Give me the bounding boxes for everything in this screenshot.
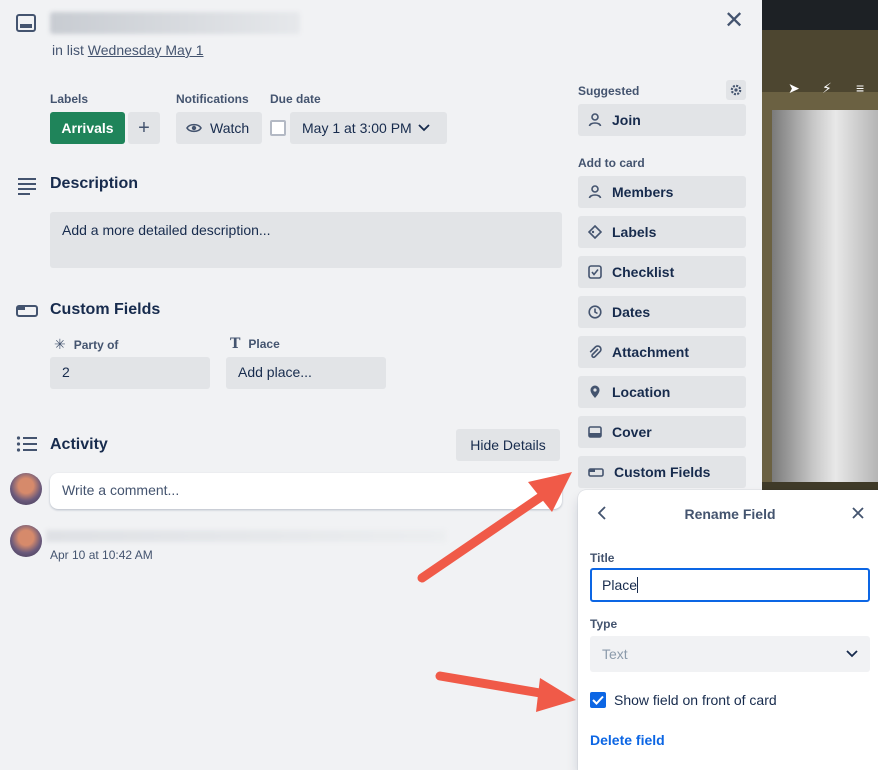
custom-fields-heading: Custom Fields bbox=[50, 301, 161, 318]
label-chip-arrivals[interactable]: Arrivals bbox=[50, 112, 125, 144]
add-to-card-heading: Add to card bbox=[578, 156, 645, 170]
location-pin-icon bbox=[590, 385, 600, 398]
join-button[interactable]: Join bbox=[578, 104, 746, 136]
board-toolbar: ➤ ⚡ ≡ bbox=[762, 30, 878, 96]
checklist-icon bbox=[588, 265, 602, 279]
description-heading: Description bbox=[50, 175, 139, 192]
avatar[interactable] bbox=[10, 473, 42, 505]
due-date-complete-checkbox[interactable] bbox=[270, 120, 286, 136]
field-type-select[interactable]: Text bbox=[590, 636, 870, 672]
custom-field-label-text: Place bbox=[248, 337, 280, 351]
popover-close-button[interactable] bbox=[848, 502, 868, 524]
popover-title: Rename Field bbox=[684, 506, 776, 522]
chevron-down-icon bbox=[418, 124, 430, 132]
due-date-value: May 1 at 3:00 PM bbox=[302, 120, 412, 136]
close-modal-button[interactable]: ✕ bbox=[720, 8, 748, 36]
person-icon bbox=[588, 185, 602, 199]
sidebar-checklist-button[interactable]: Checklist bbox=[578, 256, 746, 288]
text-type-icon: T bbox=[230, 336, 241, 352]
sidebar-item-label: Cover bbox=[612, 424, 652, 440]
custom-fields-icon bbox=[588, 468, 604, 477]
card-icon bbox=[16, 14, 36, 32]
activity-avatar[interactable] bbox=[10, 525, 42, 557]
field-type-value: Text bbox=[602, 646, 628, 662]
sidebar-item-label: Location bbox=[612, 384, 671, 400]
show-on-front-label[interactable]: Show field on front of card bbox=[614, 692, 777, 708]
comment-input[interactable]: Write a comment... bbox=[50, 473, 562, 509]
suggested-settings-button[interactable] bbox=[726, 80, 746, 100]
custom-fields-section-icon bbox=[16, 305, 38, 317]
sidebar-item-label: Members bbox=[612, 184, 674, 200]
custom-field-label-text: Party of bbox=[73, 337, 119, 352]
activity-icon bbox=[16, 436, 37, 452]
asterisk-icon: ✳ bbox=[54, 336, 66, 352]
delete-field-link[interactable]: Delete field bbox=[590, 732, 665, 748]
sidebar-item-label: Attachment bbox=[612, 344, 690, 360]
sidebar-item-label: Labels bbox=[612, 224, 657, 240]
sidebar-item-label: Dates bbox=[612, 304, 651, 320]
sidebar-custom-fields-button[interactable]: Custom Fields bbox=[578, 456, 746, 488]
due-date-heading: Due date bbox=[270, 92, 321, 106]
activity-heading: Activity bbox=[50, 436, 108, 453]
add-label-button[interactable]: + bbox=[128, 112, 160, 144]
filter-icon[interactable]: ≡ bbox=[856, 80, 864, 96]
due-date-button[interactable]: May 1 at 3:00 PM bbox=[290, 112, 447, 144]
checkmark-icon bbox=[592, 695, 604, 705]
custom-field-party-of-input[interactable]: 2 bbox=[50, 357, 210, 389]
list-link[interactable]: Wednesday May 1 bbox=[88, 42, 204, 58]
sidebar-dates-button[interactable]: Dates bbox=[578, 296, 746, 328]
labels-heading: Labels bbox=[50, 92, 89, 106]
in-list-prefix: in list bbox=[52, 42, 84, 58]
custom-field-label-place: T Place bbox=[230, 336, 280, 352]
sidebar-members-button[interactable]: Members bbox=[578, 176, 746, 208]
show-on-front-checkbox[interactable] bbox=[590, 692, 606, 708]
rename-field-popover: Rename Field Title Place Type Text Show … bbox=[578, 490, 878, 770]
person-icon bbox=[588, 113, 602, 127]
watch-button[interactable]: Watch bbox=[176, 112, 262, 144]
tag-icon bbox=[588, 225, 602, 239]
board-card-image bbox=[772, 110, 878, 482]
sidebar-location-button[interactable]: Location bbox=[578, 376, 746, 408]
sidebar-labels-button[interactable]: Labels bbox=[578, 216, 746, 248]
field-type-label: Type bbox=[590, 617, 618, 631]
field-title-value: Place bbox=[602, 577, 638, 593]
chevron-down-icon bbox=[846, 650, 858, 658]
activity-text-redacted bbox=[46, 530, 446, 542]
board-header bbox=[762, 0, 878, 30]
sidebar-item-label: Custom Fields bbox=[614, 464, 711, 480]
sidebar-attachment-button[interactable]: Attachment bbox=[578, 336, 746, 368]
gear-icon bbox=[730, 84, 742, 96]
clock-icon bbox=[588, 305, 602, 319]
paperclip-icon bbox=[589, 345, 602, 359]
join-label: Join bbox=[612, 112, 641, 128]
custom-field-label-party-of: ✳ Party of bbox=[54, 336, 118, 353]
description-icon bbox=[18, 178, 36, 195]
notifications-heading: Notifications bbox=[176, 92, 249, 106]
activity-timestamp[interactable]: Apr 10 at 10:42 AM bbox=[50, 548, 153, 562]
cover-icon bbox=[588, 426, 602, 438]
description-editor[interactable]: Add a more detailed description... bbox=[50, 212, 562, 268]
custom-field-place-input[interactable]: Add place... bbox=[226, 357, 386, 389]
eye-icon bbox=[186, 123, 202, 133]
close-icon bbox=[852, 507, 864, 519]
suggested-heading: Suggested bbox=[578, 84, 640, 98]
power-up-icon[interactable]: ➤ bbox=[788, 80, 800, 97]
watch-label: Watch bbox=[210, 120, 250, 136]
sidebar-cover-button[interactable]: Cover bbox=[578, 416, 746, 448]
hide-details-button[interactable]: Hide Details bbox=[456, 429, 560, 461]
in-list-caption: in list Wednesday May 1 bbox=[52, 42, 204, 58]
field-title-label: Title bbox=[590, 551, 615, 565]
field-title-input[interactable]: Place bbox=[590, 568, 870, 602]
card-title-redacted bbox=[50, 12, 300, 34]
automation-icon[interactable]: ⚡ bbox=[822, 80, 832, 97]
sidebar-item-label: Checklist bbox=[612, 264, 675, 280]
text-caret bbox=[637, 577, 639, 593]
